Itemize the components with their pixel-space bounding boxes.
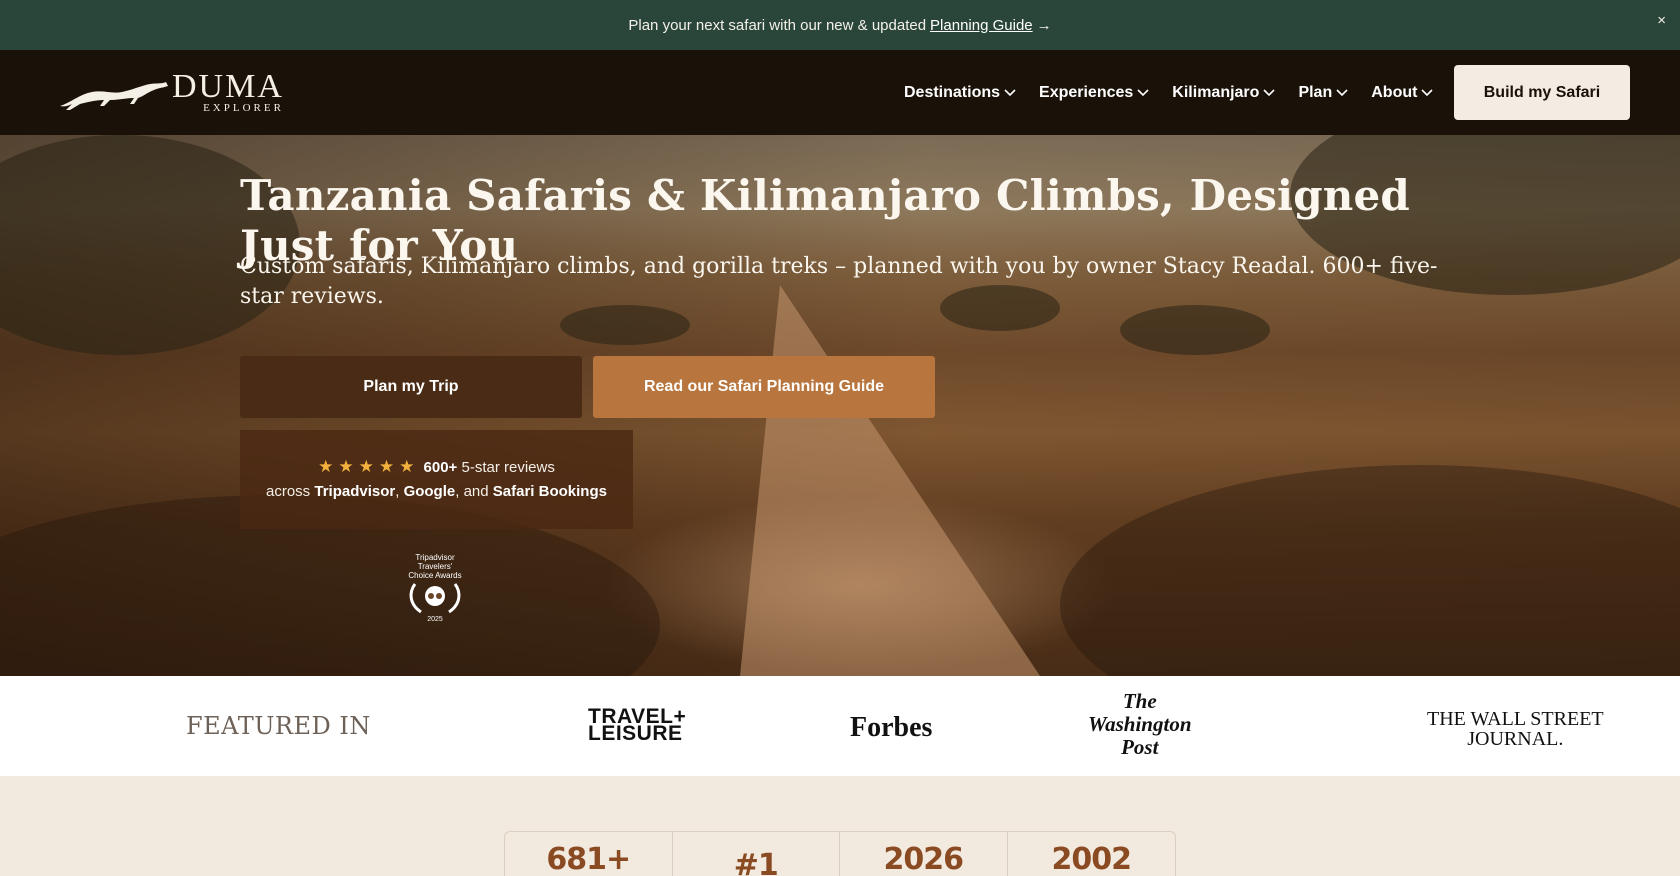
review-site-tripadvisor: Tripadvisor	[314, 483, 396, 500]
washington-post-logo: The Washington Post	[1088, 690, 1192, 759]
featured-in-strip: FEATURED IN TRAVEL+ LEISURE Forbes The W…	[0, 676, 1680, 776]
wall-street-journal-logo: THE WALL STREET JOURNAL.	[1427, 709, 1604, 749]
nav-kilimanjaro[interactable]: Kilimanjaro	[1172, 83, 1276, 102]
reviews-count-suffix: 5-star reviews	[461, 459, 555, 476]
nav-about-label: About	[1371, 83, 1418, 101]
reviews-box: ★★★★★ 600+ 5-star reviews across Tripadv…	[240, 430, 633, 529]
nav-destinations-label: Destinations	[904, 83, 1001, 101]
hero-road-glow	[600, 495, 1120, 676]
build-my-safari-button[interactable]: Build my Safari	[1454, 65, 1630, 120]
travel-leisure-line-2: LEISURE	[588, 722, 683, 745]
nav-kilimanjaro-label: Kilimanjaro	[1172, 83, 1260, 101]
hero-section: Tanzania Safaris & Kilimanjaro Climbs, D…	[0, 135, 1680, 676]
cheetah-icon	[60, 82, 168, 110]
hero-subtitle: Custom safaris, Kilimanjaro climbs, and …	[240, 254, 1438, 309]
read-planning-guide-button[interactable]: Read our Safari Planning Guide	[593, 356, 935, 418]
logo[interactable]: DUMA EXPLORER	[58, 70, 284, 114]
nav-experiences[interactable]: Experiences	[1039, 84, 1149, 102]
shadow-shape	[1060, 465, 1680, 676]
stat-rank: #1	[673, 832, 840, 876]
announcement-text: Plan your next safari with our new & upd…	[628, 16, 927, 34]
award-line-2: Travelers'	[417, 562, 453, 571]
tripadvisor-award-badge: Tripadvisor Travelers' Choice Awards 202…	[398, 553, 472, 627]
arrow-right-icon: →	[1036, 16, 1052, 34]
logo-word: DUMA	[172, 68, 284, 105]
chevron-down-icon	[1336, 88, 1348, 96]
chevron-down-icon	[1263, 88, 1276, 96]
star-rating-icons: ★★★★★	[318, 457, 420, 476]
nav-plan-label: Plan	[1298, 83, 1333, 101]
reviews-count: 600+	[423, 459, 458, 476]
planning-guide-link[interactable]: Planning Guide	[930, 17, 1033, 34]
stat-reviews: 681+	[505, 832, 673, 876]
stats-bar: 681+ #1 2026 2002	[504, 831, 1176, 876]
wsj-line-1: THE WALL STREET	[1427, 708, 1604, 730]
stat-founded: 2002	[1051, 842, 1132, 876]
tree-shape	[1120, 305, 1270, 355]
main-navbar: DUMA EXPLORER Destinations Experiences K…	[0, 50, 1680, 135]
wapo-line-2: Washington	[1088, 712, 1192, 736]
award-line-3: Choice Awards	[408, 571, 462, 580]
award-line-1: Tripadvisor	[415, 553, 455, 562]
forbes-logo: Forbes	[850, 712, 933, 743]
chevron-down-icon	[1421, 88, 1434, 96]
chevron-down-icon	[1137, 88, 1149, 96]
nav-plan[interactable]: Plan	[1298, 84, 1348, 102]
reviews-across: across	[266, 483, 311, 500]
stat-year-award: 2026	[840, 832, 1008, 876]
review-site-google: Google	[403, 483, 456, 500]
main-menu: Destinations Experiences Kilimanjaro Pla…	[904, 50, 1434, 135]
nav-about[interactable]: About	[1371, 83, 1434, 102]
nav-destinations[interactable]: Destinations	[904, 84, 1016, 102]
nav-experiences-label: Experiences	[1039, 83, 1134, 101]
laurel-owl-icon	[409, 583, 461, 614]
featured-in-label: FEATURED IN	[186, 712, 371, 740]
plan-my-trip-button[interactable]: Plan my Trip	[240, 356, 582, 418]
announcement-bar: Plan your next safari with our new & upd…	[0, 0, 1680, 50]
wapo-line-3: Post	[1121, 735, 1159, 759]
review-site-safari-bookings: Safari Bookings	[492, 483, 607, 500]
wsj-line-2: JOURNAL.	[1467, 728, 1564, 750]
wapo-line-1: The	[1122, 689, 1157, 713]
close-icon[interactable]: ×	[1657, 12, 1666, 29]
reviews-line-1: ★★★★★ 600+ 5-star reviews	[318, 455, 555, 480]
reviews-line-2: across Tripadvisor, Google, and Safari B…	[266, 480, 607, 504]
reviews-separator: , and	[455, 483, 489, 500]
reviews-separator: ,	[395, 483, 400, 500]
award-year: 2025	[427, 616, 443, 623]
chevron-down-icon	[1004, 88, 1016, 96]
travel-leisure-logo: TRAVEL+ LEISURE	[588, 706, 686, 745]
